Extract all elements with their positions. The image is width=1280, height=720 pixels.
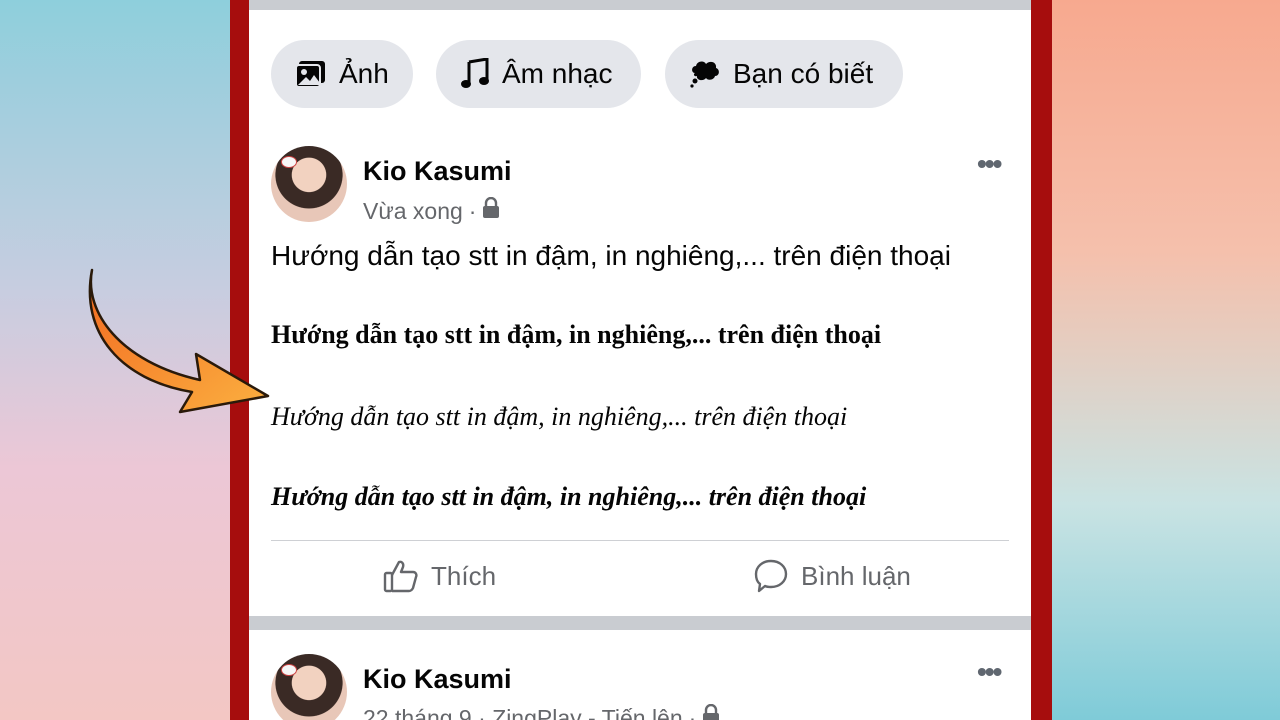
post-time: Vừa xong [363,197,463,224]
thumbs-up-icon [383,558,419,594]
action-divider [271,540,1009,541]
comment-bubble-icon [753,558,789,594]
lock-icon [482,196,500,225]
post-meta: Vừa xong · [363,196,500,225]
post-text-regular: Hướng dẫn tạo stt in đậm, in nghiêng,...… [271,240,951,271]
post-time: 22 tháng 9 · ZingPlay - Tiến lên [363,704,683,720]
avatar[interactable] [271,654,347,720]
more-options-icon[interactable]: ••• [977,148,1002,180]
more-options-icon[interactable]: ••• [977,656,1002,688]
phone-screen: Ảnh Âm nhạc Bạn có biết Kio Kasumi Vừa x… [249,0,1031,720]
comment-button[interactable]: Bình luận [753,558,911,594]
post-text-bold-italic: Hướng dẫn tạo stt in đậm, in nghiêng,...… [271,482,867,511]
section-separator [249,0,1031,10]
post-text-italic: Hướng dẫn tạo stt in đậm, in nghiêng,...… [271,402,848,431]
section-separator [249,616,1031,630]
post-meta: 22 tháng 9 · ZingPlay - Tiến lên · [363,703,720,720]
like-button[interactable]: Thích [383,558,496,594]
music-chip-label: Âm nhạc [502,58,613,89]
orange-arrow-icon [88,268,270,414]
like-label: Thích [431,560,497,591]
music-note-icon [460,58,490,90]
post-text-bold: Hướng dẫn tạo stt in đậm, in nghiêng,...… [271,320,882,349]
background-right [1050,0,1280,720]
thought-bubble-icon [689,59,721,89]
did-you-know-chip[interactable]: Bạn có biết [665,40,903,108]
post-author-name[interactable]: Kio Kasumi [363,664,512,695]
photo-chip[interactable]: Ảnh [271,40,413,108]
photo-chip-label: Ảnh [339,58,389,89]
post-author-name[interactable]: Kio Kasumi [363,156,512,187]
separator-dot: · [688,704,697,720]
separator-dot: · [468,197,477,224]
comment-label: Bình luận [801,560,911,591]
music-chip[interactable]: Âm nhạc [436,40,641,108]
avatar[interactable] [271,146,347,222]
did-you-know-chip-label: Bạn có biết [733,58,874,89]
photo-icon [295,59,327,89]
lock-icon [702,703,720,720]
